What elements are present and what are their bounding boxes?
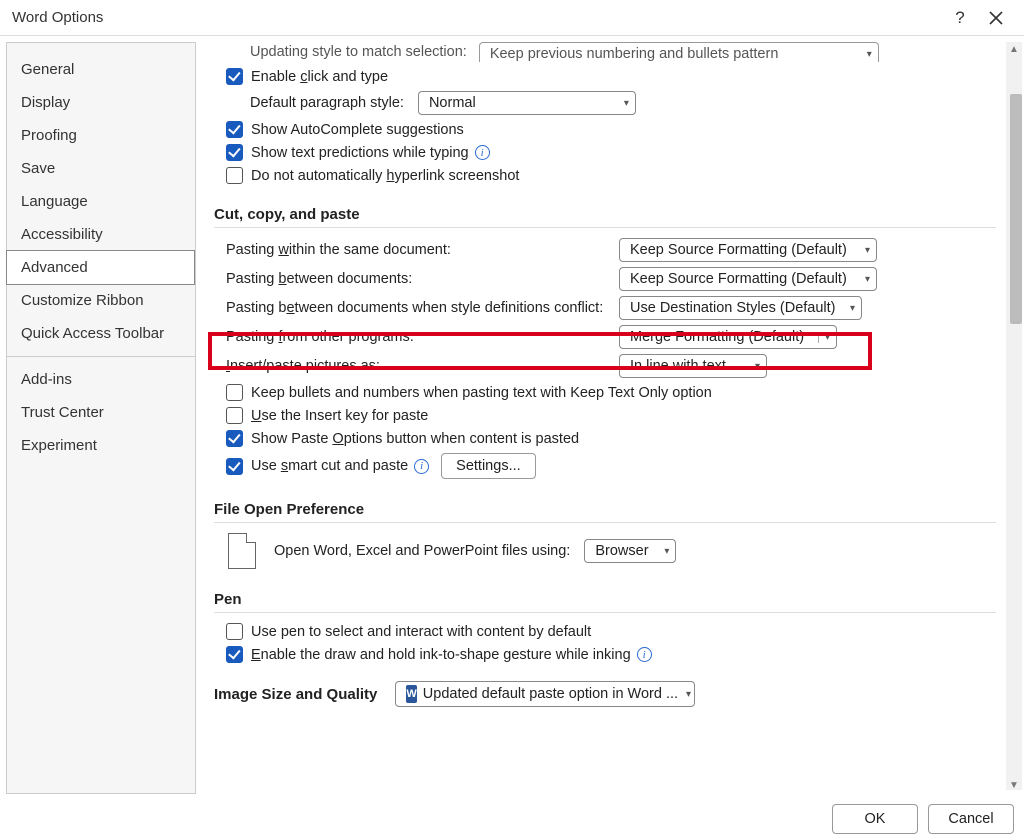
info-icon[interactable]: i <box>637 647 652 662</box>
paste-between-dropdown[interactable]: Keep Source Formatting (Default) ▾ <box>619 267 877 291</box>
scrollbar-thumb[interactable] <box>1010 94 1022 324</box>
section-pen: Pen <box>214 591 996 608</box>
chevron-down-icon: ▾ <box>865 245 870 256</box>
help-button[interactable]: ? <box>942 8 978 28</box>
nav-addins[interactable]: Add-ins <box>7 363 195 396</box>
nav-qat[interactable]: Quick Access Toolbar <box>7 317 195 350</box>
chevron-down-icon: ▾ <box>686 689 691 700</box>
paste-between-label: Pasting between documents: <box>214 271 619 287</box>
draw-hold-label: Enable the draw and hold ink-to-shape ge… <box>251 647 631 663</box>
predictions-checkbox[interactable] <box>226 144 243 161</box>
nav-separator <box>7 356 195 357</box>
info-icon[interactable]: i <box>475 145 490 160</box>
window-title: Word Options <box>12 9 942 26</box>
nav-trust-center[interactable]: Trust Center <box>7 396 195 429</box>
chevron-down-icon: ▾ <box>850 303 855 314</box>
default-paragraph-label: Default paragraph style: <box>250 95 404 111</box>
paste-other-label: Pasting from other programs: <box>214 329 619 345</box>
paste-conflict-dropdown[interactable]: Use Destination Styles (Default) ▾ <box>619 296 862 320</box>
paste-within-dropdown[interactable]: Keep Source Formatting (Default) ▾ <box>619 238 877 262</box>
paste-other-dropdown[interactable]: Merge Formatting (Default) ▾ <box>619 325 837 349</box>
chevron-down-icon: ▾ <box>865 274 870 285</box>
document-icon <box>228 533 256 569</box>
autocomplete-label: Show AutoComplete suggestions <box>251 122 464 138</box>
word-document-icon: W <box>406 685 416 703</box>
enable-click-type-checkbox[interactable] <box>226 68 243 85</box>
enable-click-type-label: Enable click and type <box>251 69 388 85</box>
updating-style-dropdown[interactable]: Keep previous numbering and bullets patt… <box>479 42 879 62</box>
autocomplete-checkbox[interactable] <box>226 121 243 138</box>
draw-hold-checkbox[interactable] <box>226 646 243 663</box>
paste-within-label: Pasting within the same document: <box>214 242 619 258</box>
paste-options-checkbox[interactable] <box>226 430 243 447</box>
image-quality-dropdown[interactable]: W Updated default paste option in Word .… <box>395 681 695 707</box>
nav-language[interactable]: Language <box>7 185 195 218</box>
scroll-up-icon[interactable]: ▲ <box>1008 44 1020 56</box>
footer: OK Cancel <box>832 804 1014 834</box>
chevron-down-icon: ▾ <box>624 98 629 109</box>
settings-panel: Updating style to match selection: Keep … <box>196 36 1002 796</box>
cancel-button[interactable]: Cancel <box>928 804 1014 834</box>
no-hyperlink-label: Do not automatically hyperlink screensho… <box>251 168 519 184</box>
scroll-down-icon[interactable]: ▼ <box>1008 780 1020 792</box>
chevron-down-icon: ▾ <box>818 332 830 343</box>
info-icon[interactable]: i <box>414 459 429 474</box>
nav-advanced[interactable]: Advanced <box>6 250 195 285</box>
nav-general[interactable]: General <box>7 53 195 86</box>
nav-proofing[interactable]: Proofing <box>7 119 195 152</box>
no-hyperlink-checkbox[interactable] <box>226 167 243 184</box>
insert-key-checkbox[interactable] <box>226 407 243 424</box>
content: Updating style to match selection: Keep … <box>196 36 1024 800</box>
keep-bullets-checkbox[interactable] <box>226 384 243 401</box>
nav-display[interactable]: Display <box>7 86 195 119</box>
paste-pictures-label: Insert/paste pictures as: <box>214 358 619 374</box>
section-cut-copy-paste: Cut, copy, and paste <box>214 206 996 223</box>
file-open-label: Open Word, Excel and PowerPoint files us… <box>274 543 570 559</box>
titlebar: Word Options ? <box>0 0 1024 36</box>
predictions-label: Show text predictions while typing <box>251 145 469 161</box>
pen-select-checkbox[interactable] <box>226 623 243 640</box>
nav-customize-ribbon[interactable]: Customize Ribbon <box>7 284 195 317</box>
updating-style-label: Updating style to match selection: <box>250 44 467 60</box>
smart-cut-checkbox[interactable] <box>226 458 243 475</box>
paste-options-label: Show Paste Options button when content i… <box>251 431 579 447</box>
nav-accessibility[interactable]: Accessibility <box>7 218 195 251</box>
paste-pictures-dropdown[interactable]: In line with text ▾ <box>619 354 767 378</box>
close-button[interactable] <box>978 11 1014 25</box>
chevron-down-icon: ▾ <box>867 49 872 60</box>
nav-save[interactable]: Save <box>7 152 195 185</box>
file-open-dropdown[interactable]: Browser ▾ <box>584 539 676 563</box>
nav-experiment[interactable]: Experiment <box>7 429 195 462</box>
section-file-open: File Open Preference <box>214 501 996 518</box>
ok-button[interactable]: OK <box>832 804 918 834</box>
paste-conflict-label: Pasting between documents when style def… <box>214 300 619 316</box>
default-paragraph-dropdown[interactable]: Normal ▾ <box>418 91 636 115</box>
keep-bullets-label: Keep bullets and numbers when pasting te… <box>251 385 712 401</box>
insert-key-label: Use the Insert key for paste <box>251 408 428 424</box>
section-image-quality: Image Size and Quality <box>214 686 377 703</box>
smart-cut-label: Use smart cut and paste <box>251 458 408 474</box>
chevron-down-icon: ▾ <box>755 361 760 372</box>
chevron-down-icon: ▾ <box>664 546 669 557</box>
sidebar: General Display Proofing Save Language A… <box>6 42 196 794</box>
pen-select-label: Use pen to select and interact with cont… <box>251 624 591 640</box>
smart-cut-settings-button[interactable]: Settings... <box>441 453 535 479</box>
